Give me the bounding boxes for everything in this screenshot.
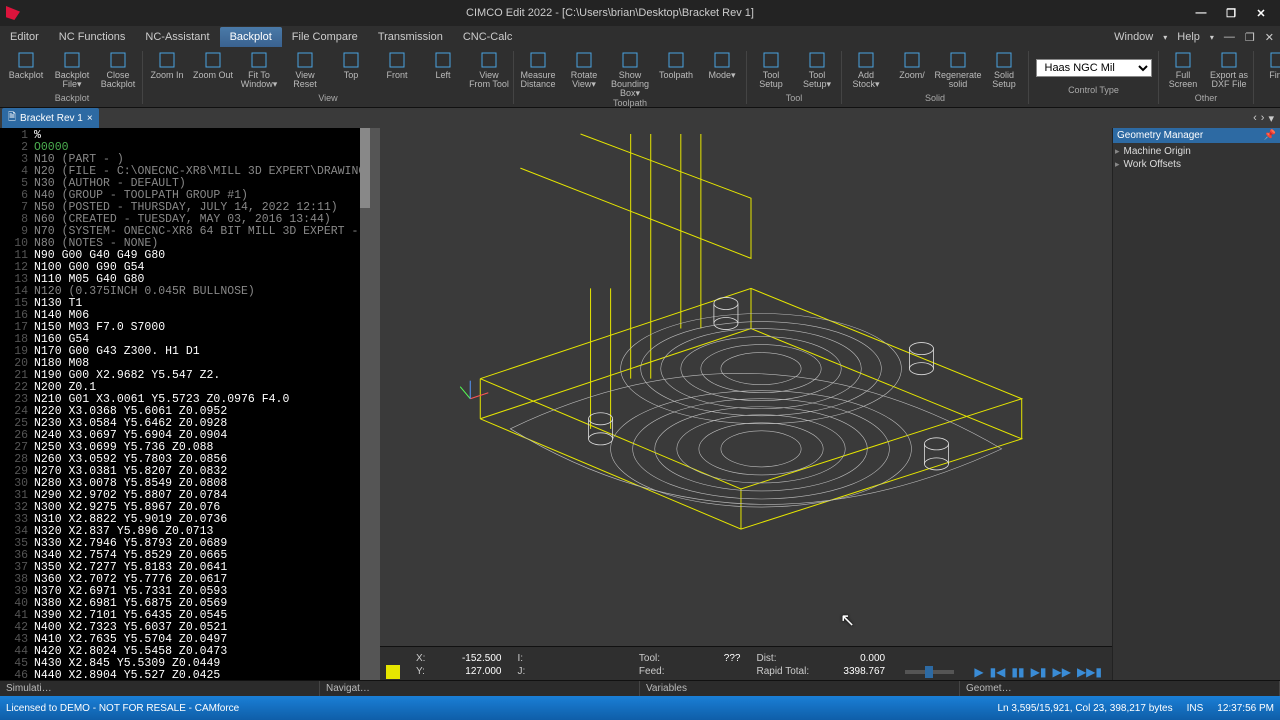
- ribbon-find-button[interactable]: Find: [1258, 51, 1280, 80]
- ribbon-tab-transmission[interactable]: Transmission: [368, 27, 453, 47]
- tree-node[interactable]: Machine Origin: [1115, 145, 1278, 158]
- play-step-fwd-button[interactable]: ▶▮: [1031, 665, 1047, 679]
- ribbon-view-from-tool-button[interactable]: View From Tool: [469, 51, 509, 89]
- ribbon-tab-editor[interactable]: Editor: [0, 27, 49, 47]
- geometry-manager-panel: Geometry Manager📌 Machine OriginWork Off…: [1112, 128, 1280, 696]
- control-type-select[interactable]: Haas NGC Milling: [1036, 59, 1152, 77]
- license-label: Licensed to DEMO - NOT FOR RESALE - CAMf…: [6, 703, 239, 714]
- play-step-back-button[interactable]: ▮◀: [990, 665, 1006, 679]
- ribbon-backplot-button[interactable]: Backplot: [6, 51, 46, 80]
- ribbon-show-bounding-box--button[interactable]: Show Bounding Box▾: [610, 51, 650, 98]
- panel-tab[interactable]: Geomet…: [960, 681, 1280, 696]
- code-editor[interactable]: 1234567891011121314151617181920212223242…: [0, 128, 380, 696]
- ribbon-tool-setup--button[interactable]: Tool Setup▾: [797, 51, 837, 89]
- play-end-button[interactable]: ▶▶▮: [1077, 665, 1102, 679]
- help-menu[interactable]: Help: [1177, 31, 1200, 43]
- insert-mode-label: INS: [1187, 703, 1204, 714]
- panel-tab[interactable]: Navigat…: [320, 681, 640, 696]
- mouse-cursor: ↖: [840, 610, 855, 631]
- window-title: CIMCO Edit 2022 - [C:\Users\brian\Deskto…: [32, 7, 1188, 19]
- titlebar: CIMCO Edit 2022 - [C:\Users\brian\Deskto…: [0, 0, 1280, 26]
- ribbon-view-reset-button[interactable]: View Reset: [285, 51, 325, 89]
- editor-scrollbar[interactable]: [360, 128, 370, 696]
- close-ribbon-icon[interactable]: ✕: [1265, 31, 1274, 44]
- ribbon-tab-nc-functions[interactable]: NC Functions: [49, 27, 136, 47]
- ribbon-mode--button[interactable]: Mode▾: [702, 51, 742, 80]
- feed-color-swatch: [386, 665, 400, 679]
- ribbon-tab-file-compare[interactable]: File Compare: [282, 27, 368, 47]
- document-tab[interactable]: 🗎 Bracket Rev 1 ×: [2, 108, 99, 129]
- tab-right-arrow[interactable]: ›: [1261, 112, 1265, 125]
- ribbon-group-backplot: BackplotBackplot File▾Close Backplot Bac…: [2, 51, 143, 104]
- ribbon-zoom--button[interactable]: Zoom/: [892, 51, 932, 80]
- min-ribbon-icon[interactable]: —: [1224, 31, 1235, 43]
- ribbon-group-find: FindGo to Line/Block NumberPrevious Tool…: [1254, 51, 1280, 104]
- tab-left-arrow[interactable]: ‹: [1253, 112, 1257, 125]
- ribbon-group-other: Full ScreenExport as DXF File Other: [1159, 51, 1254, 104]
- ribbon-front-button[interactable]: Front: [377, 51, 417, 80]
- ribbon-tab-backplot[interactable]: Backplot: [220, 27, 282, 47]
- status-bar: Licensed to DEMO - NOT FOR RESALE - CAMf…: [0, 696, 1280, 720]
- ribbon-export-as-dxf-file-button[interactable]: Export as DXF File: [1209, 51, 1249, 89]
- ribbon: BackplotBackplot File▾Close Backplot Bac…: [0, 48, 1280, 108]
- cursor-position-label: Ln 3,595/15,921, Col 23, 398,217 bytes: [997, 703, 1172, 714]
- ribbon-tab-cnc-calc[interactable]: CNC-Calc: [453, 27, 523, 47]
- backplot-viewport[interactable]: ↖ X:-152.500I:Tool:???Dist:0.000 Y:127.0…: [380, 128, 1112, 696]
- restore-ribbon-icon[interactable]: ❐: [1245, 31, 1255, 44]
- restore-button[interactable]: ❐: [1218, 4, 1244, 22]
- ribbon-fit-to-window--button[interactable]: Fit To Window▾: [239, 51, 279, 89]
- playback-controls: ▶ ▮◀ ▮▮ ▶▮ ▶▶ ▶▶▮: [974, 665, 1102, 679]
- ribbon-toolpath-button[interactable]: Toolpath: [656, 51, 696, 80]
- axis-triad: [460, 381, 488, 399]
- window-menu[interactable]: Window: [1114, 31, 1153, 43]
- ribbon-add-stock--button[interactable]: Add Stock▾: [846, 51, 886, 89]
- ribbon-regenerate-solid-button[interactable]: Regenerate solid: [938, 51, 978, 89]
- tab-icon: 🗎: [8, 110, 16, 127]
- ribbon-zoom-out-button[interactable]: Zoom Out: [193, 51, 233, 80]
- tab-close-icon[interactable]: ×: [87, 113, 93, 124]
- ribbon-solid-setup-button[interactable]: Solid Setup: [984, 51, 1024, 89]
- ribbon-tool-setup-button[interactable]: Tool Setup: [751, 51, 791, 89]
- ribbon-group-toolpath: Measure DistanceRotate View▾Show Boundin…: [514, 51, 747, 104]
- ribbon-group-tool: Tool SetupTool Setup▾ Tool: [747, 51, 842, 104]
- ribbon-full-screen-button[interactable]: Full Screen: [1163, 51, 1203, 89]
- panel-tab[interactable]: Simulati…: [0, 681, 320, 696]
- ribbon-group-solid: Add Stock▾Zoom/Regenerate solidSolid Set…: [842, 51, 1029, 104]
- ribbon-zoom-in-button[interactable]: Zoom In: [147, 51, 187, 80]
- play-start-button[interactable]: ▶: [974, 665, 983, 679]
- ribbon-tab-nc-assistant[interactable]: NC-Assistant: [135, 27, 219, 47]
- backplot-canvas: [380, 128, 1112, 659]
- ribbon-tabs: EditorNC FunctionsNC-AssistantBackplotFi…: [0, 26, 1280, 48]
- clock-label: 12:37:56 PM: [1217, 703, 1274, 714]
- main-area: 1234567891011121314151617181920212223242…: [0, 128, 1280, 696]
- speed-slider[interactable]: [905, 670, 954, 674]
- close-button[interactable]: ✕: [1248, 4, 1274, 22]
- document-tab-strip: 🗎 Bracket Rev 1 × ‹ › ▾: [0, 108, 1280, 128]
- ribbon-measure-distance-button[interactable]: Measure Distance: [518, 51, 558, 89]
- ribbon-close-backplot-button[interactable]: Close Backplot: [98, 51, 138, 89]
- ribbon-top-button[interactable]: Top: [331, 51, 371, 80]
- play-fast-button[interactable]: ▶▶: [1052, 665, 1070, 679]
- tab-menu-icon[interactable]: ▾: [1268, 112, 1274, 125]
- tree-node[interactable]: Work Offsets: [1115, 158, 1278, 171]
- ribbon-group-controltype: Haas NGC Milling Control Type: [1029, 51, 1159, 104]
- minimize-button[interactable]: —: [1188, 4, 1214, 22]
- ribbon-backplot-file--button[interactable]: Backplot File▾: [52, 51, 92, 89]
- ribbon-group-view: Zoom InZoom OutFit To Window▾View ResetT…: [143, 51, 514, 104]
- panel-tab[interactable]: Variables: [640, 681, 960, 696]
- panel-pin-icon[interactable]: 📌: [1264, 130, 1276, 141]
- ribbon-left-button[interactable]: Left: [423, 51, 463, 80]
- play-pause-button[interactable]: ▮▮: [1011, 665, 1024, 679]
- app-logo: [6, 6, 20, 20]
- ribbon-rotate-view--button[interactable]: Rotate View▾: [564, 51, 604, 89]
